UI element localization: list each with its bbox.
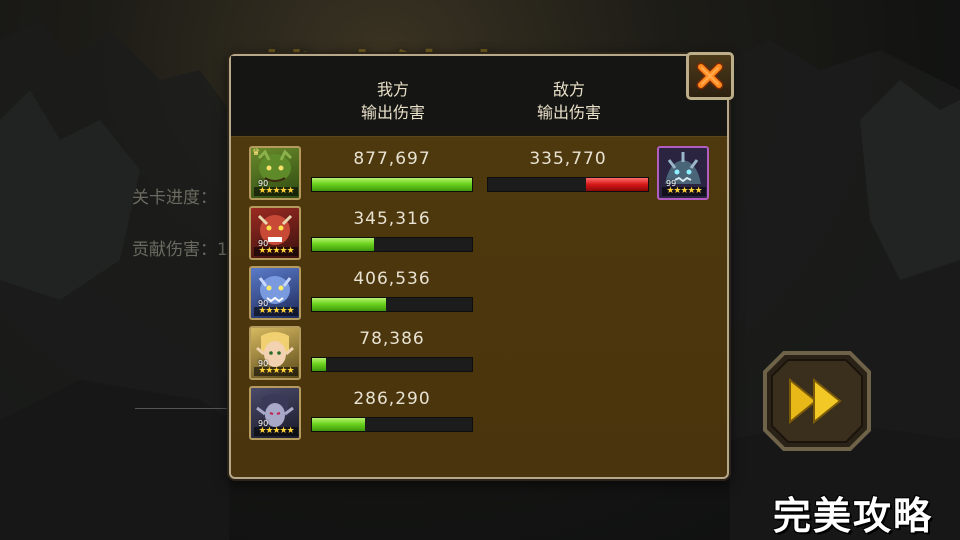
ally-damage-header: 我方 输出伤害	[360, 80, 425, 122]
hero-stars: ★★★★★	[254, 187, 298, 196]
ally-damage-fill	[312, 418, 365, 431]
hero-portrait-elf[interactable]: 90 ★★★★★	[249, 326, 301, 380]
ally-row-5: 90 ★★★★★ 286,290	[249, 386, 479, 444]
enemy-row-1: 335,770 99 ★★★★★	[487, 146, 717, 204]
contribution-damage-label: 贡献伤害：1	[132, 240, 228, 260]
ally-damage-value: 286,290	[353, 389, 431, 409]
ally-damage-bar	[311, 237, 473, 252]
ally-damage-bar	[311, 297, 473, 312]
stage-progress-label: 关卡进度：	[132, 188, 217, 208]
watermark-text: 完美攻略	[773, 494, 934, 538]
background-divider	[135, 408, 235, 409]
enemy-damage-header: 敌方 输出伤害	[536, 80, 601, 122]
close-x-icon	[696, 62, 724, 90]
ally-damage-value: 78,386	[359, 329, 425, 349]
leader-icon: ♛	[252, 148, 261, 158]
ally-damage-value: 877,697	[353, 149, 431, 169]
fast-forward-button[interactable]	[762, 350, 872, 452]
enemy-portrait-dragon[interactable]: 99 ★★★★★	[657, 146, 709, 200]
ally-damage-value: 406,536	[353, 269, 431, 289]
hero-stars: ★★★★★	[254, 307, 298, 316]
ally-damage-bar	[311, 177, 473, 192]
ally-row-2: 90 ★★★★★ 345,316	[249, 206, 479, 264]
ally-damage-fill	[312, 298, 386, 311]
ally-damage-bar	[311, 417, 473, 432]
hero-portrait-treant[interactable]: ♛ 90 ★★★★★	[249, 146, 301, 200]
ally-row-1: ♛ 90 ★★★★★ 877,697	[249, 146, 479, 204]
ally-damage-fill	[312, 178, 472, 191]
panel-header	[231, 56, 727, 137]
hero-stars: ★★★★★	[254, 367, 298, 376]
ally-damage-value: 345,316	[353, 209, 431, 229]
hero-stars: ★★★★★	[254, 427, 298, 436]
damage-stats-panel: 我方 输出伤害 敌方 输出伤害 ♛ 90 ★★★★★ 877,697 90 ★★…	[229, 52, 734, 479]
ally-damage-fill	[312, 358, 327, 371]
ally-damage-fill	[312, 238, 375, 251]
enemy-stars: ★★★★★	[662, 187, 706, 196]
hero-portrait-blue-beast[interactable]: 90 ★★★★★	[249, 266, 301, 320]
ally-row-3: 90 ★★★★★ 406,536	[249, 266, 479, 324]
enemy-damage-value: 335,770	[529, 149, 607, 169]
hero-stars: ★★★★★	[254, 247, 298, 256]
ally-row-4: 90 ★★★★★ 78,386	[249, 326, 479, 384]
enemy-damage-fill	[585, 178, 648, 191]
fast-forward-icon	[763, 351, 871, 451]
hero-portrait-ogre[interactable]: 90 ★★★★★	[249, 206, 301, 260]
close-button[interactable]	[686, 52, 734, 100]
enemy-damage-bar	[487, 177, 649, 192]
ally-damage-bar	[311, 357, 473, 372]
hero-portrait-shadow-elf[interactable]: 90 ★★★★★	[249, 386, 301, 440]
